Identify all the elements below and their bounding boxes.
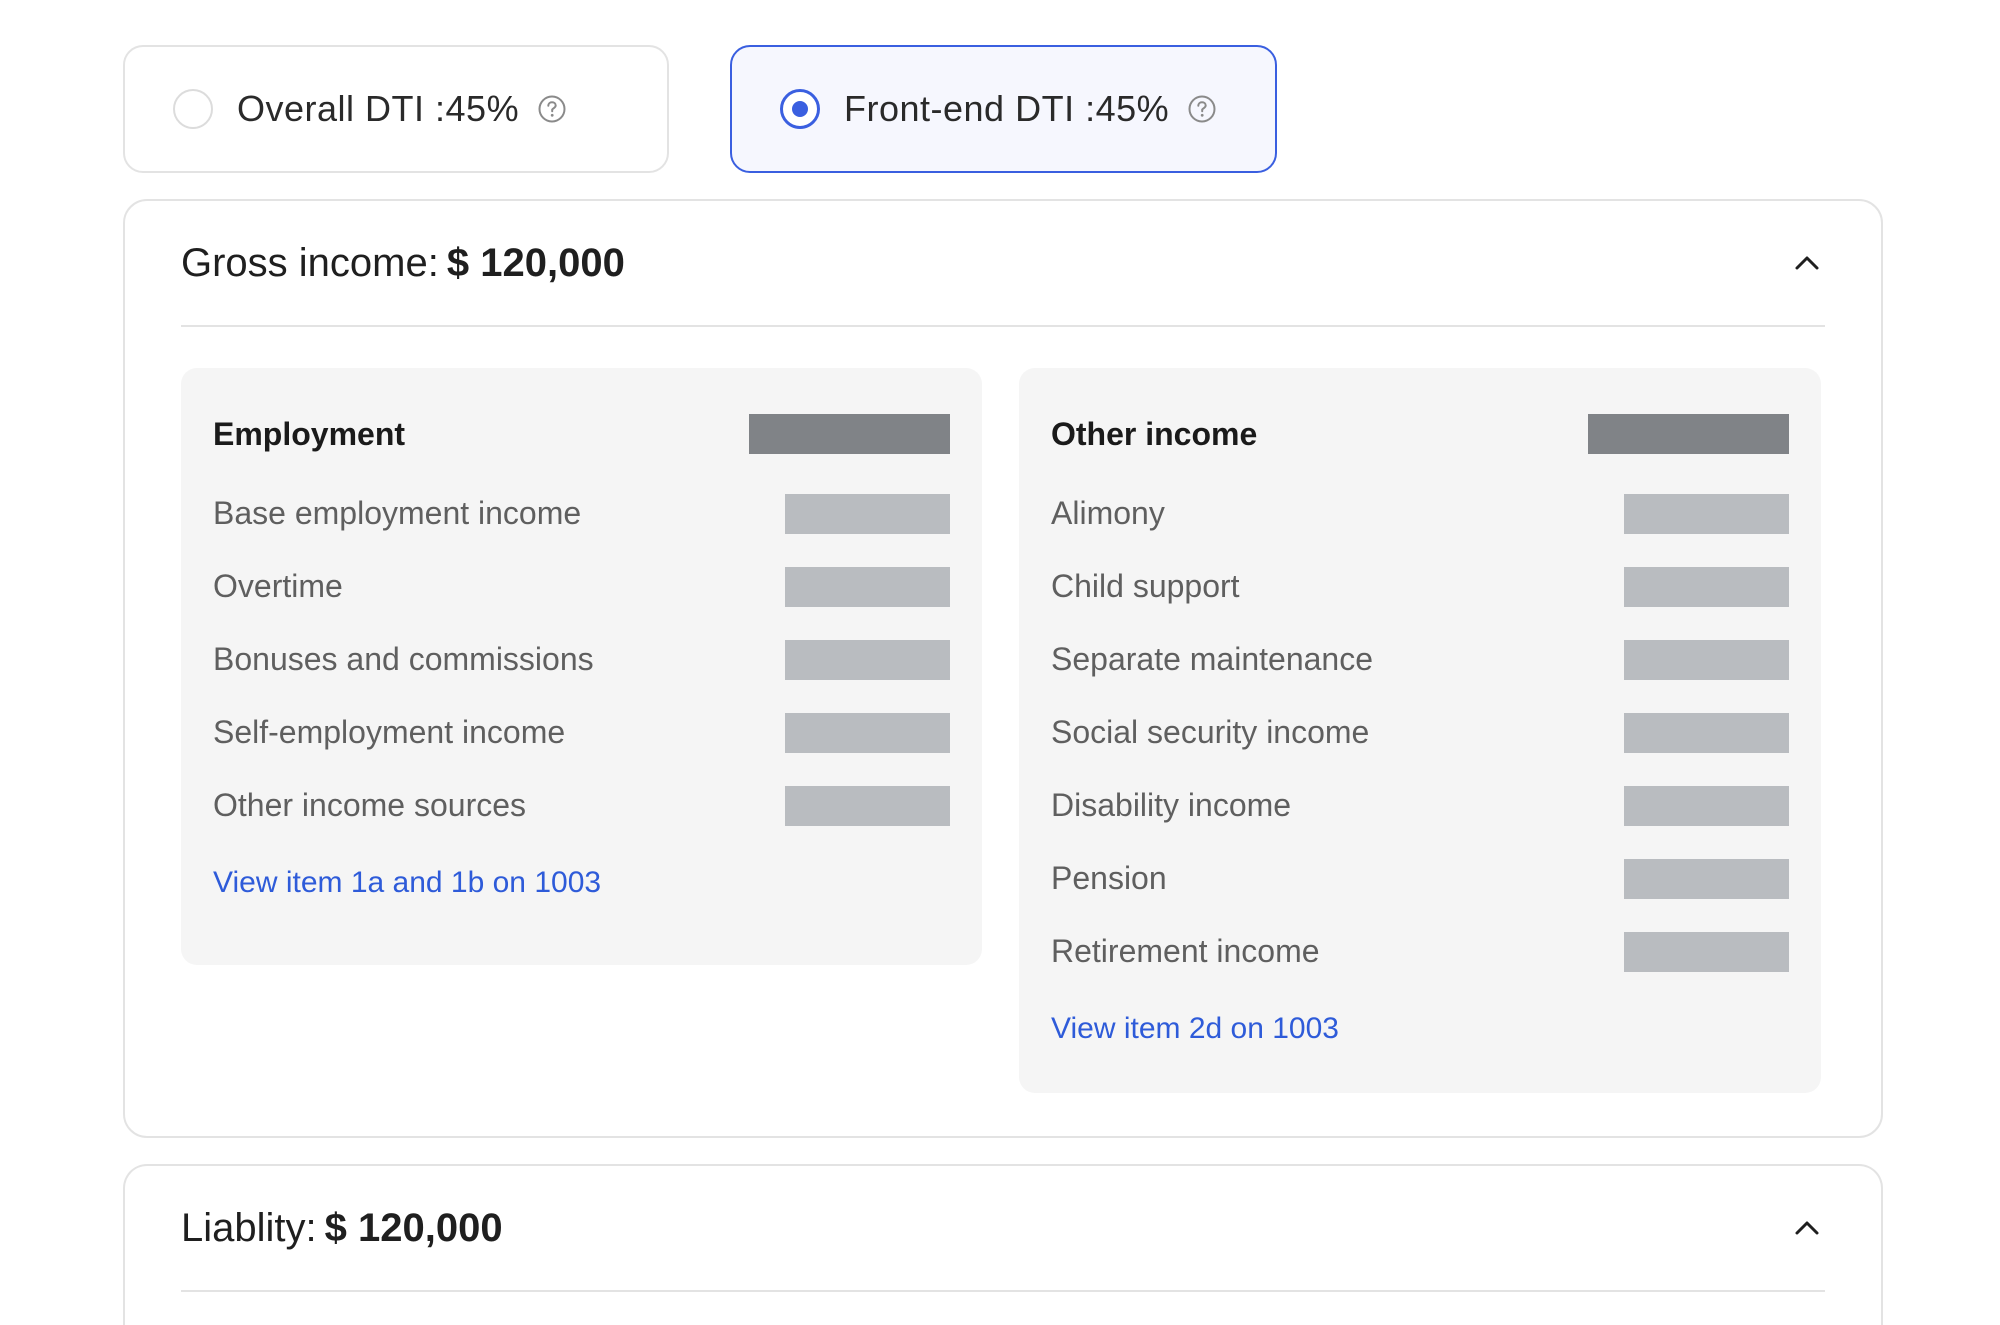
item-label: Self-employment income [213, 714, 566, 750]
list-item: Bonuses and commissions [213, 623, 950, 696]
list-item: Base employment income [213, 477, 950, 550]
list-item: Social security income [1051, 696, 1789, 769]
employment-total-value [749, 414, 950, 454]
list-item: Pension [1051, 842, 1789, 915]
item-label: Separate maintenance [1051, 641, 1373, 677]
item-value [785, 639, 950, 680]
liability-title: Liablity: $ 120,000 [181, 1206, 503, 1251]
list-item: Disability income [1051, 769, 1789, 842]
view-item-2d-link[interactable]: View item 2d on 1003 [1051, 1012, 1339, 1046]
item-label: Alimony [1051, 495, 1165, 531]
item-label: Base employment income [213, 495, 582, 531]
item-value [785, 566, 950, 607]
gross-income-header[interactable]: Gross income: $ 120,000 [181, 201, 1825, 327]
item-value [1624, 566, 1789, 607]
dti-breakdown-page: Overall DTI :45% Front-end DTI :45% Gros… [0, 0, 2000, 1325]
list-item: Separate maintenance [1051, 623, 1789, 696]
overall-dti-label: Overall DTI :45% [237, 88, 520, 129]
item-value [785, 712, 950, 753]
gross-income-label: Gross income: [181, 240, 439, 285]
item-label: Disability income [1051, 787, 1292, 823]
other-income-card: Other income Alimony Child support Separ… [1019, 368, 1821, 1093]
gross-income-panel: Gross income: $ 120,000 Employment Base e… [123, 199, 1883, 1138]
item-value [1624, 931, 1789, 972]
item-label: Retirement income [1051, 933, 1320, 969]
item-label: Overtime [213, 568, 343, 604]
list-item: Alimony [1051, 477, 1789, 550]
radio-selected-dot [792, 101, 808, 117]
front-end-dti-label: Front-end DTI :45% [844, 88, 1170, 129]
item-value [785, 785, 950, 826]
liability-panel: Liablity: $ 120,000 [123, 1164, 1883, 1325]
help-icon[interactable] [1187, 94, 1217, 124]
employment-heading-row: Employment [213, 412, 950, 456]
other-income-heading-row: Other income [1051, 412, 1789, 456]
list-item: Child support [1051, 550, 1789, 623]
item-label: Pension [1051, 860, 1167, 896]
front-end-dti-option[interactable]: Front-end DTI :45% [730, 45, 1277, 173]
front-end-dti-radio[interactable] [780, 89, 820, 129]
item-label: Social security income [1051, 714, 1370, 750]
other-income-total-value [1588, 414, 1789, 454]
item-value [1624, 493, 1789, 534]
other-income-heading: Other income [1051, 415, 1258, 452]
view-item-1a-1b-link[interactable]: View item 1a and 1b on 1003 [213, 866, 601, 900]
item-value [1624, 785, 1789, 826]
item-label: Other income sources [213, 787, 527, 823]
chevron-up-icon[interactable] [1789, 1210, 1825, 1246]
item-label: Bonuses and commissions [213, 641, 594, 677]
item-value [1624, 639, 1789, 680]
help-icon[interactable] [537, 94, 567, 124]
list-item: Self-employment income [213, 696, 950, 769]
gross-income-amount: $ 120,000 [446, 240, 625, 285]
list-item: Retirement income [1051, 915, 1789, 988]
overall-dti-radio[interactable] [173, 89, 213, 129]
chevron-up-icon[interactable] [1789, 245, 1825, 281]
item-value [1624, 858, 1789, 899]
list-item: Overtime [213, 550, 950, 623]
liability-label: Liablity: [181, 1205, 317, 1250]
item-label: Child support [1051, 568, 1240, 604]
list-item: Other income sources [213, 769, 950, 842]
liability-header[interactable]: Liablity: $ 120,000 [181, 1166, 1825, 1292]
liability-amount: $ 120,000 [324, 1205, 503, 1250]
overall-dti-option[interactable]: Overall DTI :45% [123, 45, 669, 173]
item-value [1624, 712, 1789, 753]
employment-heading: Employment [213, 415, 406, 452]
gross-income-title: Gross income: $ 120,000 [181, 241, 625, 286]
item-value [785, 493, 950, 534]
employment-card: Employment Base employment income Overti… [181, 368, 982, 965]
